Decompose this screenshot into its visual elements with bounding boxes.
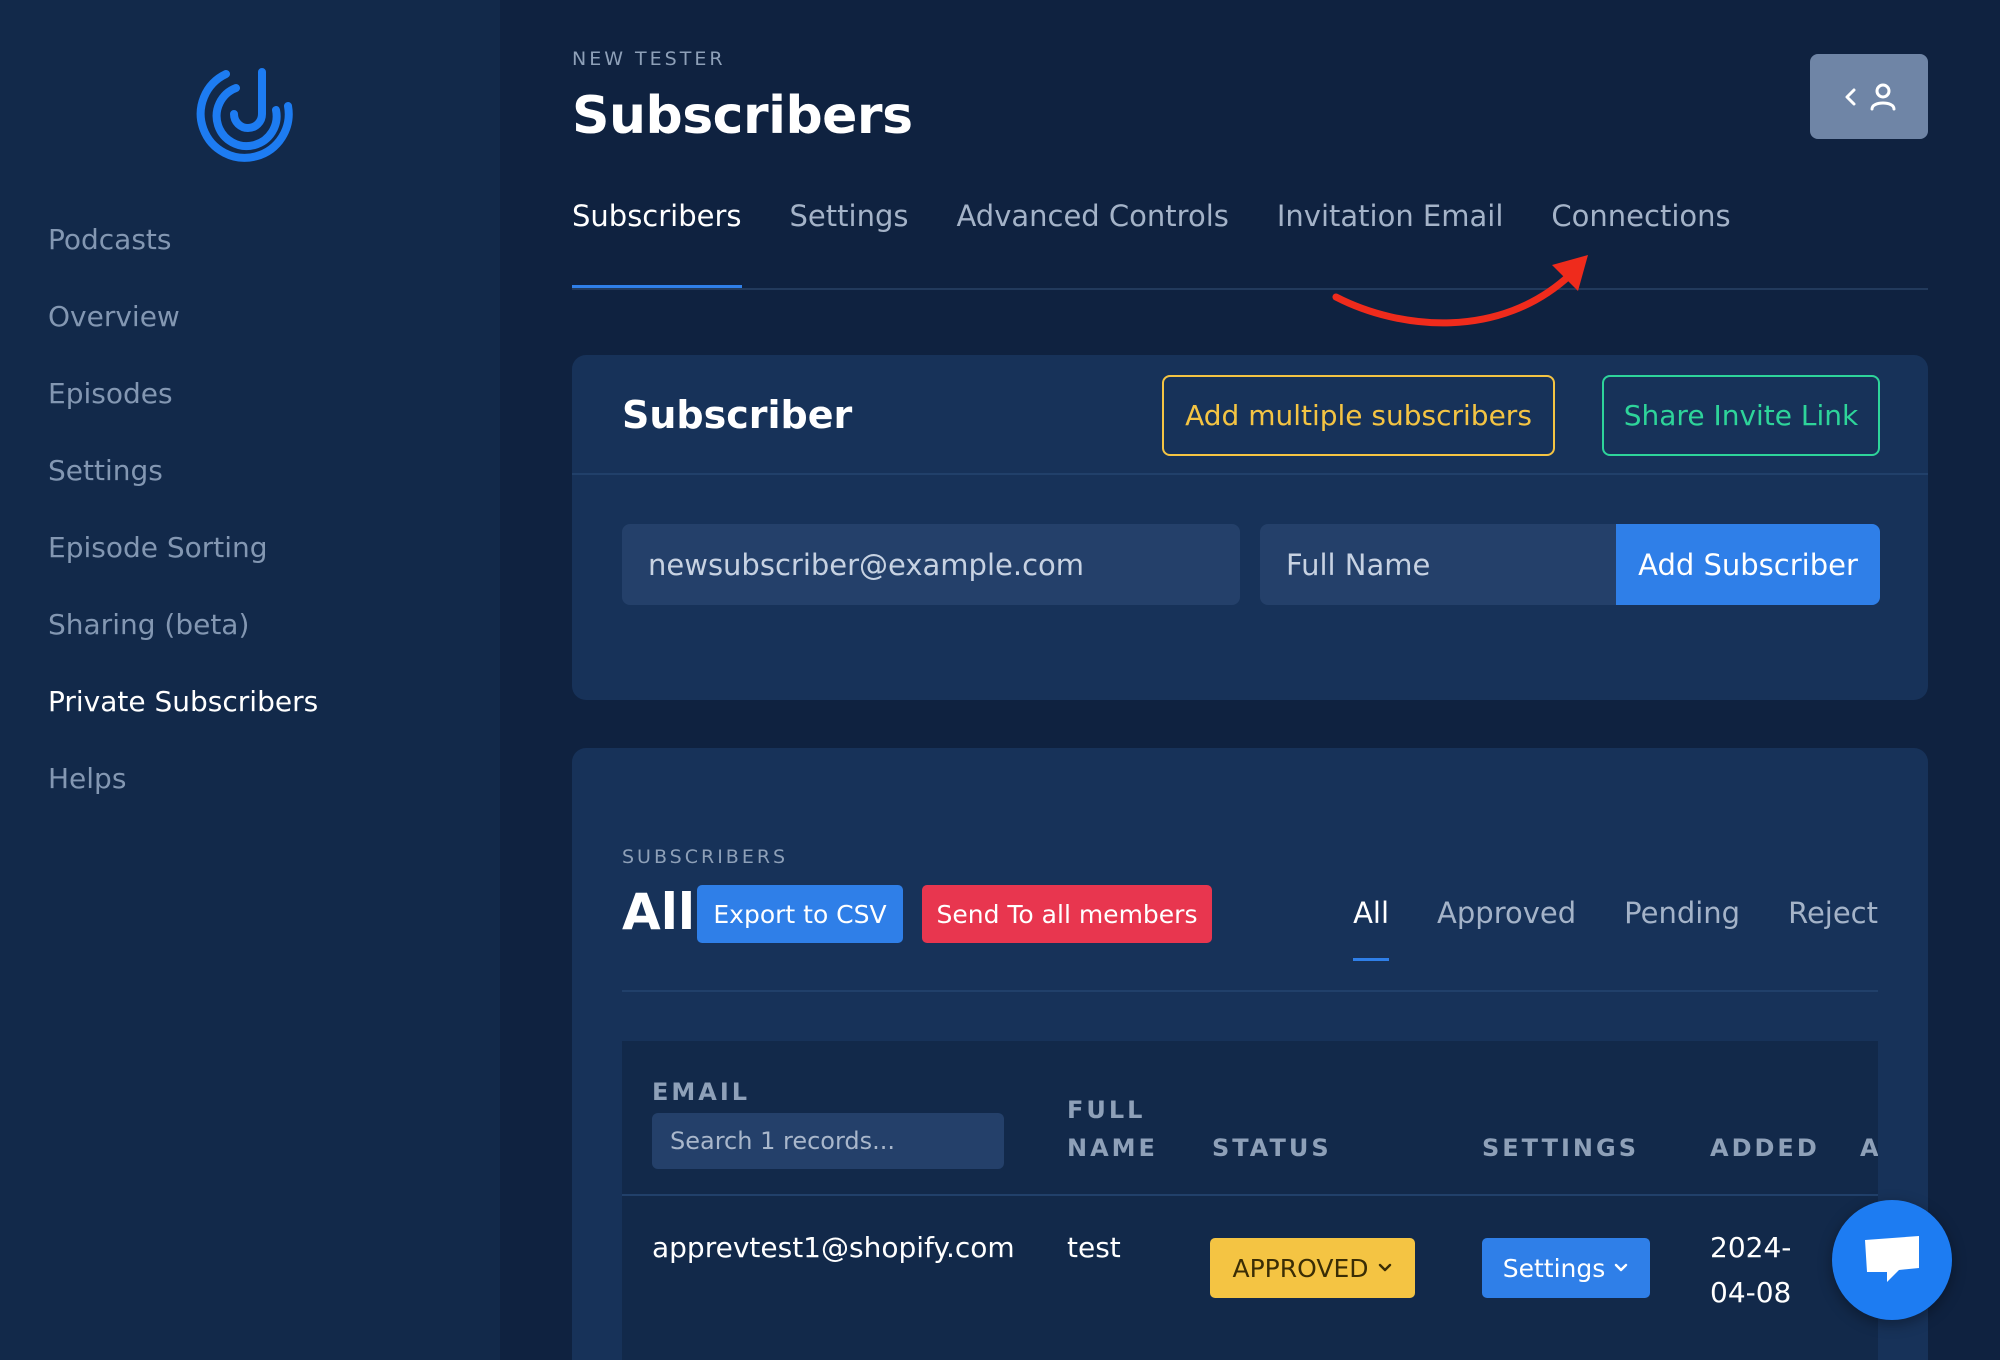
chevron-left-icon [1845, 88, 1856, 105]
column-header-status[interactable]: STATUS [1212, 1129, 1332, 1167]
column-header-full-name-line2: NAME [1067, 1134, 1158, 1162]
add-subscriber-card-title: Subscriber [622, 393, 853, 437]
share-invite-link-button[interactable]: Share Invite Link [1602, 375, 1880, 456]
filter-tab-reject[interactable]: Reject [1788, 896, 1878, 930]
annotation-arrow-icon [1332, 255, 1588, 327]
filter-tab-pending[interactable]: Pending [1624, 896, 1740, 930]
sidebar-item-podcasts[interactable]: Podcasts [48, 210, 318, 287]
page-title: Subscribers [572, 86, 913, 146]
app-root: Podcasts Overview Episodes Settings Epis… [0, 0, 2000, 1360]
tab-subscribers[interactable]: Subscribers [572, 190, 742, 288]
sidebar-item-private-subscribers[interactable]: Private Subscribers [48, 672, 318, 749]
add-subscriber-card: Subscriber Add multiple subscribers Shar… [572, 355, 1928, 700]
subscribers-table: EMAIL Search 1 records... FULL NAME STAT… [622, 1041, 1878, 1360]
section-tabs: Subscribers Settings Advanced Controls I… [572, 190, 1928, 290]
row-full-name: test [1067, 1231, 1121, 1264]
list-divider [622, 990, 1878, 992]
sidebar-nav: Podcasts Overview Episodes Settings Epis… [48, 210, 318, 826]
column-header-settings[interactable]: SETTINGS [1482, 1129, 1639, 1167]
status-dropdown[interactable]: APPROVED [1210, 1238, 1415, 1298]
sidebar-item-helps[interactable]: Helps [48, 749, 318, 826]
row-email: apprevtest1@shopify.com [652, 1231, 1015, 1264]
sidebar-item-settings[interactable]: Settings [48, 441, 318, 518]
status-badge-label: APPROVED [1232, 1253, 1369, 1283]
filter-tab-all[interactable]: All [1353, 896, 1389, 961]
filter-tab-approved[interactable]: Approved [1437, 896, 1576, 930]
row-settings-label: Settings [1502, 1253, 1606, 1283]
full-name-input[interactable]: Full Name [1260, 524, 1618, 605]
add-subscriber-button[interactable]: Add Subscriber [1616, 524, 1880, 605]
chat-launcher-button[interactable] [1832, 1200, 1952, 1320]
status-filter-tabs: All Approved Pending Reject [1353, 896, 1878, 961]
sidebar-item-episode-sorting[interactable]: Episode Sorting [48, 518, 318, 595]
email-search-input[interactable]: Search 1 records... [652, 1113, 1004, 1169]
table-header: EMAIL Search 1 records... FULL NAME STAT… [622, 1041, 1878, 1196]
subscriber-list-card: SUBSCRIBERS All Export to CSV Send To al… [572, 748, 1928, 1360]
tab-settings[interactable]: Settings [790, 190, 909, 288]
sidebar: Podcasts Overview Episodes Settings Epis… [0, 0, 500, 1360]
chat-bubble-icon [1865, 1236, 1919, 1282]
profile-toggle-button[interactable] [1810, 54, 1928, 139]
user-icon [1870, 83, 1896, 110]
row-added-date: 2024- 04-08 [1710, 1225, 1791, 1315]
column-header-added[interactable]: ADDED [1710, 1129, 1820, 1167]
sidebar-item-sharing[interactable]: Sharing (beta) [48, 595, 318, 672]
add-subscriber-card-header: Subscriber Add multiple subscribers Shar… [572, 355, 1928, 475]
add-multiple-subscribers-button[interactable]: Add multiple subscribers [1162, 375, 1555, 456]
export-csv-button[interactable]: Export to CSV [697, 885, 903, 943]
email-input[interactable]: newsubscriber@example.com [622, 524, 1240, 605]
row-added-date-line1: 2024- [1710, 1231, 1792, 1264]
brand-logo-icon[interactable] [196, 60, 300, 164]
sidebar-item-episodes[interactable]: Episodes [48, 364, 318, 441]
send-to-all-button[interactable]: Send To all members [922, 885, 1212, 943]
tab-advanced-controls[interactable]: Advanced Controls [956, 190, 1228, 288]
main-content: NEW TESTER Subscribers Subscribers Setti… [500, 0, 2000, 1360]
chevron-down-icon [1615, 1263, 1628, 1272]
column-header-full-name-line1: FULL [1067, 1096, 1146, 1124]
list-eyebrow: SUBSCRIBERS [622, 846, 789, 868]
column-header-email[interactable]: EMAIL [652, 1073, 750, 1111]
sidebar-item-overview[interactable]: Overview [48, 287, 318, 364]
row-added-date-line2: 04-08 [1710, 1276, 1792, 1309]
page-eyebrow: NEW TESTER [572, 48, 726, 70]
list-heading: All [622, 883, 695, 941]
column-header-full-name[interactable]: FULL NAME [1067, 1091, 1158, 1167]
row-settings-dropdown[interactable]: Settings [1482, 1238, 1650, 1298]
column-header-extra[interactable]: A [1860, 1129, 1878, 1167]
chevron-down-icon [1378, 1263, 1391, 1272]
